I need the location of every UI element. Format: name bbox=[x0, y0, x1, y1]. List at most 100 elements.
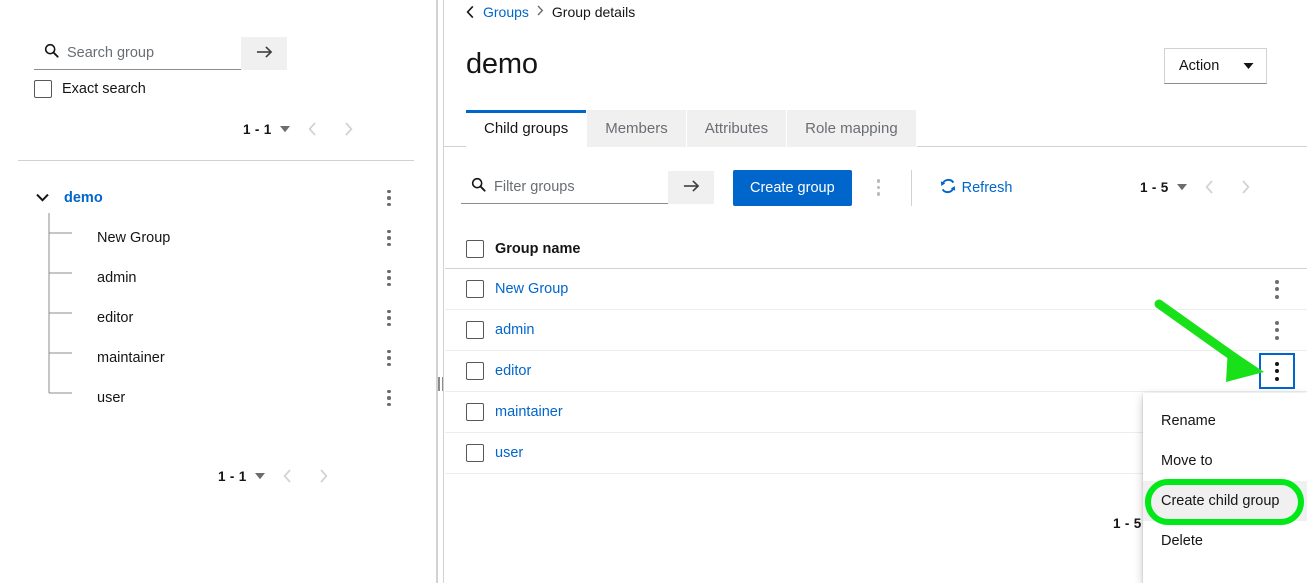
table-header-row: Group name bbox=[445, 230, 1307, 269]
menu-item-rename[interactable]: Rename bbox=[1143, 401, 1307, 441]
breadcrumb-link-groups[interactable]: Groups bbox=[483, 4, 529, 20]
menu-item-delete[interactable]: Delete bbox=[1143, 521, 1307, 561]
tree-item-editor[interactable]: editor bbox=[0, 298, 437, 338]
tree-item-label[interactable]: editor bbox=[97, 310, 133, 326]
tab-label: Attributes bbox=[704, 120, 769, 137]
tree-next-page-button[interactable] bbox=[332, 112, 366, 146]
table-pagination-bottom: 1 - 5 bbox=[1113, 516, 1144, 531]
filter-submit-button[interactable] bbox=[668, 171, 714, 204]
chevron-down-icon[interactable] bbox=[276, 120, 294, 138]
tabs: Child groups Members Attributes Role map… bbox=[444, 110, 1307, 148]
toolbar-separator bbox=[910, 169, 912, 206]
panel-divider bbox=[436, 0, 438, 583]
tree-item-kebab-menu[interactable] bbox=[379, 305, 399, 331]
table-pagination-top: 1 - 5 bbox=[1140, 170, 1263, 204]
tab-role-mapping[interactable]: Role mapping bbox=[787, 110, 917, 147]
group-name-cell: user bbox=[495, 445, 523, 461]
row-select-cell bbox=[445, 321, 495, 339]
search-icon bbox=[44, 43, 59, 63]
tree-item-label[interactable]: admin bbox=[97, 270, 137, 286]
group-link-maintainer[interactable]: maintainer bbox=[495, 404, 563, 420]
group-name-cell: maintainer bbox=[495, 404, 563, 420]
arrow-right-icon bbox=[683, 179, 700, 196]
group-link-user[interactable]: user bbox=[495, 445, 523, 461]
menu-item-label: Rename bbox=[1161, 413, 1216, 429]
tree-next-page-button-bottom[interactable] bbox=[307, 459, 341, 493]
tree-item-admin[interactable]: admin bbox=[0, 258, 437, 298]
search-submit-button[interactable] bbox=[241, 37, 287, 70]
panel-resize-handle[interactable] bbox=[437, 376, 444, 392]
select-all-checkbox[interactable] bbox=[466, 240, 484, 258]
column-header-group-name: Group name bbox=[495, 241, 581, 257]
breadcrumb-back-icon[interactable] bbox=[466, 5, 475, 19]
tree-item-kebab-menu[interactable] bbox=[379, 265, 399, 291]
row-checkbox[interactable] bbox=[466, 444, 484, 462]
menu-item-move-to[interactable]: Move to bbox=[1143, 441, 1307, 481]
tree-pagination-top: 1 - 1 bbox=[243, 112, 366, 146]
tab-attributes[interactable]: Attributes bbox=[686, 110, 788, 147]
group-link-new-group[interactable]: New Group bbox=[495, 281, 568, 297]
group-link-admin[interactable]: admin bbox=[495, 322, 535, 338]
tree-item-kebab-menu[interactable] bbox=[379, 385, 399, 411]
arrow-right-icon bbox=[256, 45, 273, 62]
row-kebab-menu[interactable] bbox=[1259, 312, 1295, 348]
filter-input-wrapper bbox=[461, 171, 668, 204]
group-name-cell: New Group bbox=[495, 281, 568, 297]
row-checkbox[interactable] bbox=[466, 321, 484, 339]
tab-members[interactable]: Members bbox=[587, 110, 687, 147]
tree-item-kebab-menu[interactable] bbox=[379, 185, 399, 211]
tree-item-demo[interactable]: demo bbox=[0, 178, 437, 218]
exact-search-checkbox[interactable] bbox=[34, 80, 52, 98]
table-pagination-top-count: 1 - 5 bbox=[1140, 179, 1169, 195]
row-context-menu: Rename Move to Create child group Delete bbox=[1143, 393, 1307, 583]
chevron-down-icon[interactable] bbox=[36, 189, 49, 207]
chevron-down-icon[interactable] bbox=[1173, 178, 1191, 196]
search-group-input[interactable] bbox=[67, 45, 241, 61]
row-select-cell bbox=[445, 280, 495, 298]
table-prev-page-button[interactable] bbox=[1193, 170, 1227, 204]
refresh-button[interactable]: Refresh bbox=[940, 178, 1012, 198]
tree-prev-page-button[interactable] bbox=[296, 112, 330, 146]
tree-item-new-group[interactable]: New Group bbox=[0, 218, 437, 258]
row-checkbox[interactable] bbox=[466, 362, 484, 380]
tree-item-label[interactable]: maintainer bbox=[97, 350, 165, 366]
row-kebab-menu[interactable] bbox=[1259, 271, 1295, 307]
table-next-page-button[interactable] bbox=[1229, 170, 1263, 204]
action-dropdown-button[interactable]: Action bbox=[1164, 48, 1267, 84]
search-icon bbox=[471, 177, 486, 197]
row-checkbox[interactable] bbox=[466, 403, 484, 421]
exact-search-row: Exact search bbox=[34, 80, 146, 98]
search-input-wrapper bbox=[34, 37, 241, 70]
menu-item-label: Create child group bbox=[1161, 493, 1280, 509]
menu-item-create-child-group[interactable]: Create child group bbox=[1143, 481, 1307, 521]
tree-prev-page-button-bottom[interactable] bbox=[271, 459, 305, 493]
tree-item-label[interactable]: demo bbox=[64, 190, 103, 206]
toolbar-kebab-menu[interactable] bbox=[866, 173, 892, 203]
group-name-cell: admin bbox=[495, 322, 535, 338]
tree-item-label[interactable]: New Group bbox=[97, 230, 170, 246]
filter-groups-control bbox=[461, 171, 714, 204]
menu-item-label: Delete bbox=[1161, 533, 1203, 549]
breadcrumb-separator bbox=[537, 5, 544, 19]
row-kebab-menu-editor[interactable] bbox=[1259, 353, 1295, 389]
tree-item-kebab-menu[interactable] bbox=[379, 225, 399, 251]
tree-item-maintainer[interactable]: maintainer bbox=[0, 338, 437, 378]
tab-child-groups[interactable]: Child groups bbox=[466, 110, 588, 148]
tree-pagination-top-count: 1 - 1 bbox=[243, 121, 272, 137]
table-row: editor bbox=[445, 351, 1307, 392]
menu-item-label: Move to bbox=[1161, 453, 1213, 469]
group-tree: demo New Group admin editor maintainer u… bbox=[0, 178, 437, 418]
tree-item-user[interactable]: user bbox=[0, 378, 437, 418]
filter-groups-input[interactable] bbox=[494, 179, 668, 195]
chevron-down-icon[interactable] bbox=[251, 467, 269, 485]
tree-item-kebab-menu[interactable] bbox=[379, 345, 399, 371]
exact-search-label[interactable]: Exact search bbox=[62, 81, 146, 97]
group-tree-panel: Exact search 1 - 1 bbox=[0, 0, 437, 583]
group-link-editor[interactable]: editor bbox=[495, 363, 531, 379]
tree-item-label[interactable]: user bbox=[97, 390, 125, 406]
select-all-cell bbox=[445, 240, 495, 258]
tab-label: Members bbox=[605, 120, 668, 137]
create-group-button[interactable]: Create group bbox=[733, 169, 852, 206]
row-checkbox[interactable] bbox=[466, 280, 484, 298]
tree-divider bbox=[18, 160, 414, 161]
